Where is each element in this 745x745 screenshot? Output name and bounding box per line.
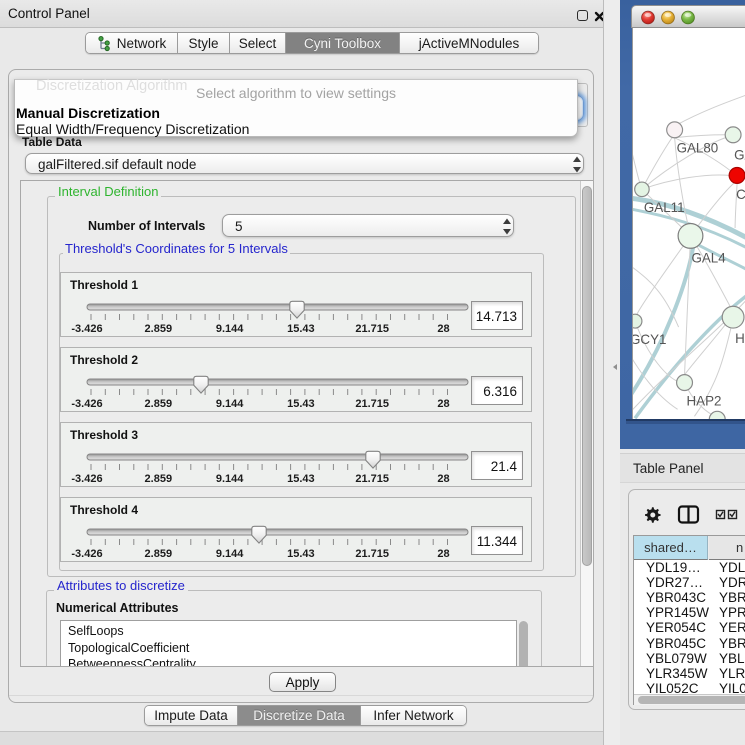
svg-text:2.859: 2.859 xyxy=(145,473,173,485)
svg-text:15.43: 15.43 xyxy=(287,398,315,410)
svg-text:2.859: 2.859 xyxy=(145,548,173,560)
svg-text:GAL: GAL xyxy=(734,148,745,163)
svg-text:-3.426: -3.426 xyxy=(71,473,102,485)
svg-text:-3.426: -3.426 xyxy=(71,548,102,560)
svg-text:-3.426: -3.426 xyxy=(71,323,102,335)
svg-text:HI: HI xyxy=(735,331,745,346)
svg-text:28: 28 xyxy=(437,473,449,485)
svg-text:15.43: 15.43 xyxy=(287,548,315,560)
svg-text:2.859: 2.859 xyxy=(145,323,173,335)
svg-text:28: 28 xyxy=(437,548,449,560)
svg-text:15.43: 15.43 xyxy=(287,473,315,485)
svg-text:2.859: 2.859 xyxy=(145,398,173,410)
svg-text:9.144: 9.144 xyxy=(216,398,244,410)
svg-text:9.144: 9.144 xyxy=(216,323,244,335)
svg-text:28: 28 xyxy=(437,398,449,410)
svg-text:21.715: 21.715 xyxy=(355,548,389,560)
svg-text:CO: CO xyxy=(736,187,745,202)
svg-text:GCY1: GCY1 xyxy=(632,332,666,347)
svg-text:-3.426: -3.426 xyxy=(71,398,102,410)
svg-text:HAP2: HAP2 xyxy=(687,393,722,408)
svg-text:GAL11: GAL11 xyxy=(644,200,685,215)
svg-text:9.144: 9.144 xyxy=(216,473,244,485)
svg-text:9.144: 9.144 xyxy=(216,548,244,560)
svg-text:15.43: 15.43 xyxy=(287,323,315,335)
svg-text:21.715: 21.715 xyxy=(355,398,389,410)
svg-text:GAL80: GAL80 xyxy=(677,141,719,156)
svg-text:28: 28 xyxy=(437,323,449,335)
svg-text:21.715: 21.715 xyxy=(355,323,389,335)
svg-text:21.715: 21.715 xyxy=(355,473,389,485)
svg-text:GAL4: GAL4 xyxy=(691,251,726,266)
